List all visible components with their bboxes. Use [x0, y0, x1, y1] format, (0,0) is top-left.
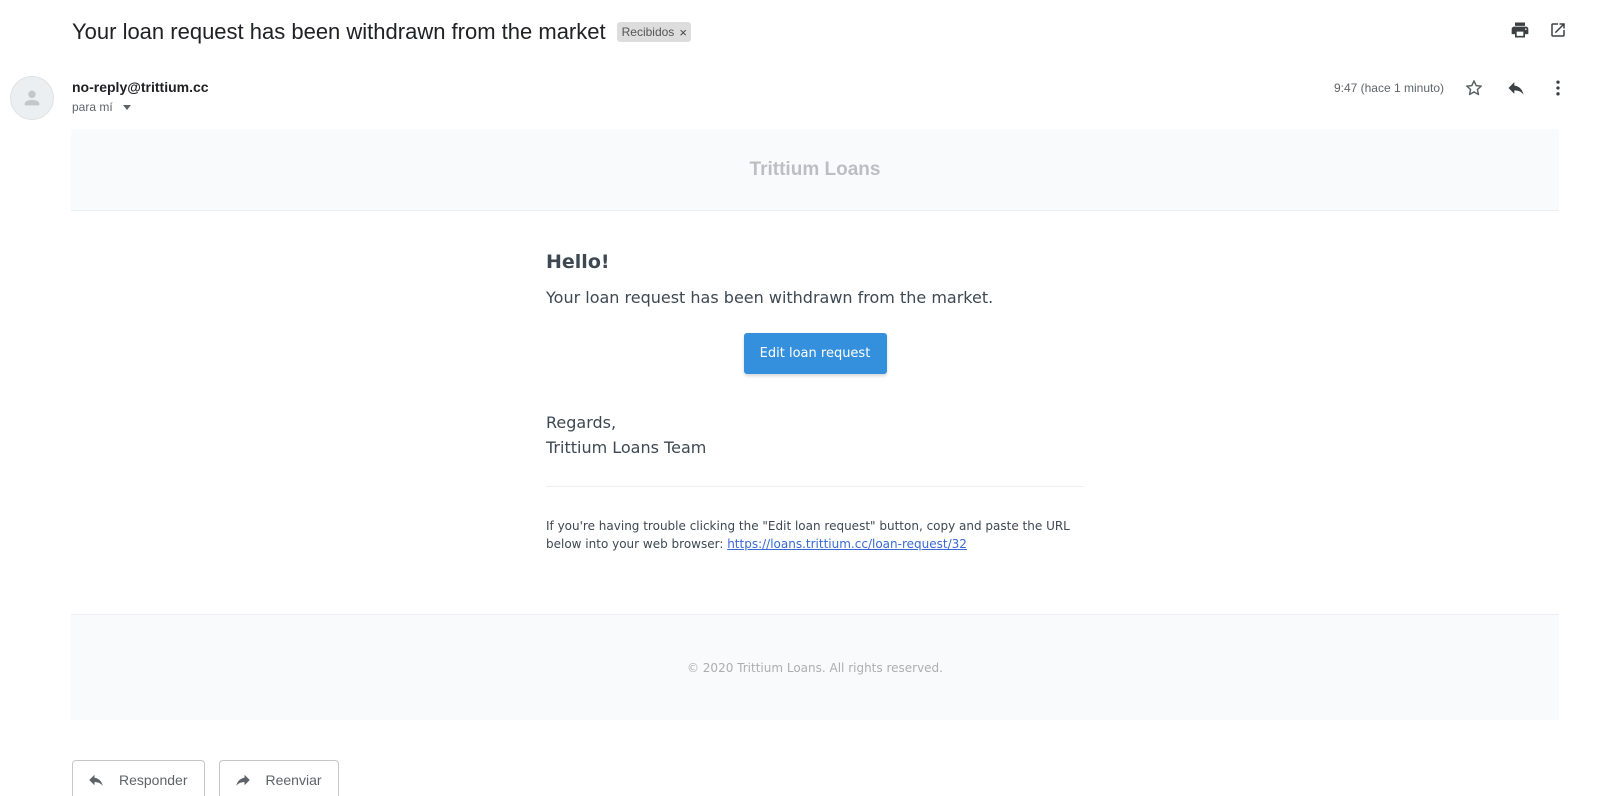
recipient-text: para mí	[72, 100, 113, 114]
signature: Regards, Trittium Loans Team	[546, 410, 1086, 460]
forward-label: Reenviar	[265, 772, 322, 788]
more-options-icon[interactable]	[1548, 78, 1568, 98]
message-timestamp: 9:47 (hace 1 minuto)	[1333, 81, 1444, 95]
reply-label: Responder	[119, 772, 188, 788]
edit-loan-request-button[interactable]: Edit loan request	[743, 333, 887, 374]
mail-content: Hello! Your loan request has been withdr…	[71, 211, 1559, 614]
recipient-row: para mí	[72, 100, 209, 114]
show-details-caret-icon[interactable]	[122, 104, 131, 110]
brand-name[interactable]: Trittium Loans	[750, 159, 881, 181]
action-button-wrap: Edit loan request	[546, 333, 1084, 374]
mail-footer: © 2020 Trittium Loans. All rights reserv…	[71, 614, 1559, 720]
subject-row: Your loan request has been withdrawn fro…	[72, 18, 691, 46]
reply-arrow-icon	[89, 774, 103, 786]
label-text: Recibidos	[621, 25, 675, 39]
inbox-label-chip[interactable]: Recibidos ×	[616, 22, 691, 42]
content-divider	[546, 486, 1084, 487]
team-name-line: Trittium Loans Team	[546, 438, 707, 457]
email-view: Your loan request has been withdrawn fro…	[0, 0, 1604, 796]
print-icon[interactable]	[1510, 20, 1530, 40]
reply-button[interactable]: Responder	[72, 760, 205, 796]
subcopy: If you're having trouble clicking the "E…	[546, 517, 1086, 553]
mail-header: Trittium Loans	[71, 129, 1559, 211]
forward-button[interactable]: Reenviar	[218, 760, 339, 796]
sender-block: no-reply@trittium.cc para mí	[72, 79, 209, 114]
greeting-heading: Hello!	[546, 251, 610, 273]
footer-copyright: © 2020 Trittium Loans. All rights reserv…	[686, 660, 943, 675]
person-icon	[24, 90, 40, 106]
open-in-new-window-icon[interactable]	[1548, 20, 1568, 40]
email-body: Trittium Loans Hello! Your loan request …	[71, 129, 1559, 720]
loan-request-link[interactable]: https://loans.trittium.cc/loan-request/3…	[727, 537, 967, 551]
message-paragraph: Your loan request has been withdrawn fro…	[546, 288, 994, 307]
mail-content-inner: Hello! Your loan request has been withdr…	[546, 251, 1086, 553]
top-actions	[1510, 20, 1568, 40]
regards-line: Regards,	[546, 413, 617, 432]
sender-avatar[interactable]	[10, 76, 54, 120]
reply-icon[interactable]	[1506, 78, 1526, 98]
sender-email[interactable]: no-reply@trittium.cc	[72, 79, 209, 95]
remove-label-icon[interactable]: ×	[679, 26, 687, 39]
email-subject: Your loan request has been withdrawn fro…	[72, 19, 606, 44]
message-meta: 9:47 (hace 1 minuto)	[1334, 76, 1568, 100]
reply-actions: Responder Reenviar	[72, 760, 339, 796]
forward-arrow-icon	[235, 774, 250, 786]
star-icon[interactable]	[1464, 78, 1484, 98]
